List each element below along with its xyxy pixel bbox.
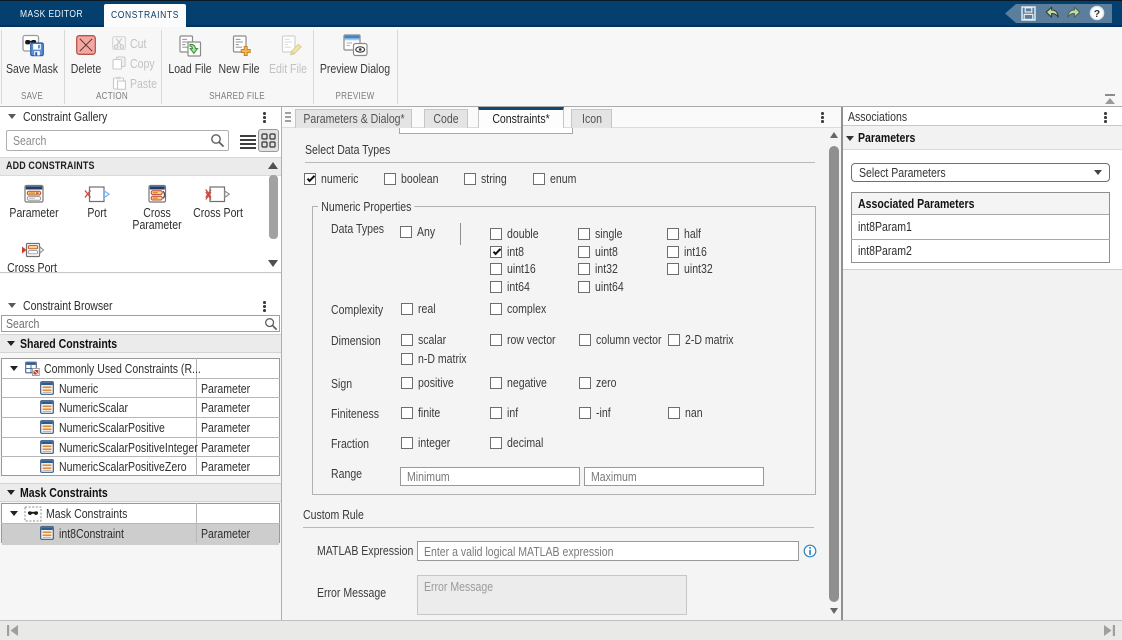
svg-text:?: ? (1094, 8, 1100, 20)
